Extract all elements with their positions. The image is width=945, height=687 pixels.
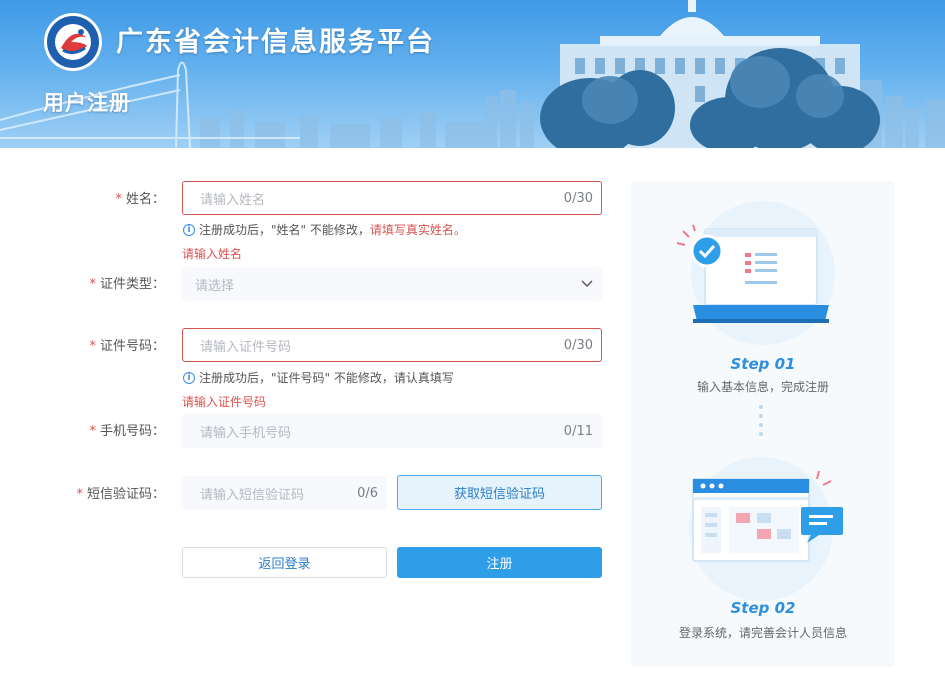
back-to-login-button[interactable]: 返回登录 bbox=[182, 547, 387, 578]
id-number-error: 请输入证件号码 bbox=[182, 395, 267, 409]
step-connector bbox=[759, 405, 763, 441]
name-char-count: 0/30 bbox=[563, 190, 593, 206]
name-input[interactable]: 请输入姓名 0/30 bbox=[182, 181, 602, 215]
phone-label: * 手机号码： bbox=[89, 424, 165, 439]
name-label: * 姓名： bbox=[115, 192, 165, 207]
site-title: 广东省会计信息服务平台 bbox=[116, 27, 435, 58]
step2-browser-illustration bbox=[689, 457, 843, 601]
id-number-input[interactable]: 请输入证件号码 0/30 bbox=[182, 328, 602, 362]
id-type-select[interactable]: 请选择 bbox=[182, 267, 602, 301]
id-number-placeholder: 请输入证件号码 bbox=[200, 339, 292, 355]
info-icon: i bbox=[183, 223, 195, 236]
info-icon: i bbox=[183, 371, 195, 384]
phone-input[interactable]: 请输入手机号码 0/11 bbox=[182, 414, 602, 448]
step1-laptop-illustration bbox=[676, 201, 835, 345]
id-type-label: * 证件类型： bbox=[89, 277, 165, 292]
sms-code-label: * 短信验证码： bbox=[76, 487, 165, 502]
sms-code-input[interactable]: 请输入短信验证码 0/6 bbox=[182, 476, 387, 510]
register-button[interactable]: 注册 bbox=[397, 547, 602, 578]
page-title: 用户注册 bbox=[43, 91, 131, 115]
id-type-placeholder: 请选择 bbox=[195, 278, 235, 294]
name-error: 请输入姓名 bbox=[182, 247, 243, 261]
platform-logo-icon bbox=[44, 13, 102, 71]
name-input-placeholder: 请输入姓名 bbox=[200, 192, 266, 208]
id-number-char-count: 0/30 bbox=[563, 337, 593, 353]
sms-code-placeholder: 请输入短信验证码 bbox=[200, 487, 305, 503]
chevron-down-icon bbox=[581, 280, 593, 287]
step1-description: 输入基本信息，完成注册 bbox=[696, 380, 829, 394]
page-header: 广东省会计信息服务平台 用户注册 bbox=[0, 0, 945, 148]
step1-title: Step 01 bbox=[730, 355, 796, 373]
registration-steps-panel: Step 01 输入基本信息，完成注册 Step 02 登录系统，请完善会计人员… bbox=[631, 181, 895, 667]
step2-title: Step 02 bbox=[730, 599, 796, 617]
get-sms-code-button[interactable]: 获取短信验证码 bbox=[397, 475, 602, 510]
phone-placeholder: 请输入手机号码 bbox=[200, 425, 292, 441]
sms-code-char-count: 0/6 bbox=[357, 485, 378, 501]
name-hint: i 注册成功后，"姓名" 不能修改， 请填写真实姓名。 bbox=[183, 221, 466, 238]
id-number-label: * 证件号码： bbox=[89, 339, 165, 354]
phone-char-count: 0/11 bbox=[563, 423, 593, 439]
step2-description: 登录系统，请完善会计人员信息 bbox=[678, 626, 847, 640]
id-number-hint: i 注册成功后，"证件号码" 不能修改，请认真填写 bbox=[183, 369, 454, 386]
